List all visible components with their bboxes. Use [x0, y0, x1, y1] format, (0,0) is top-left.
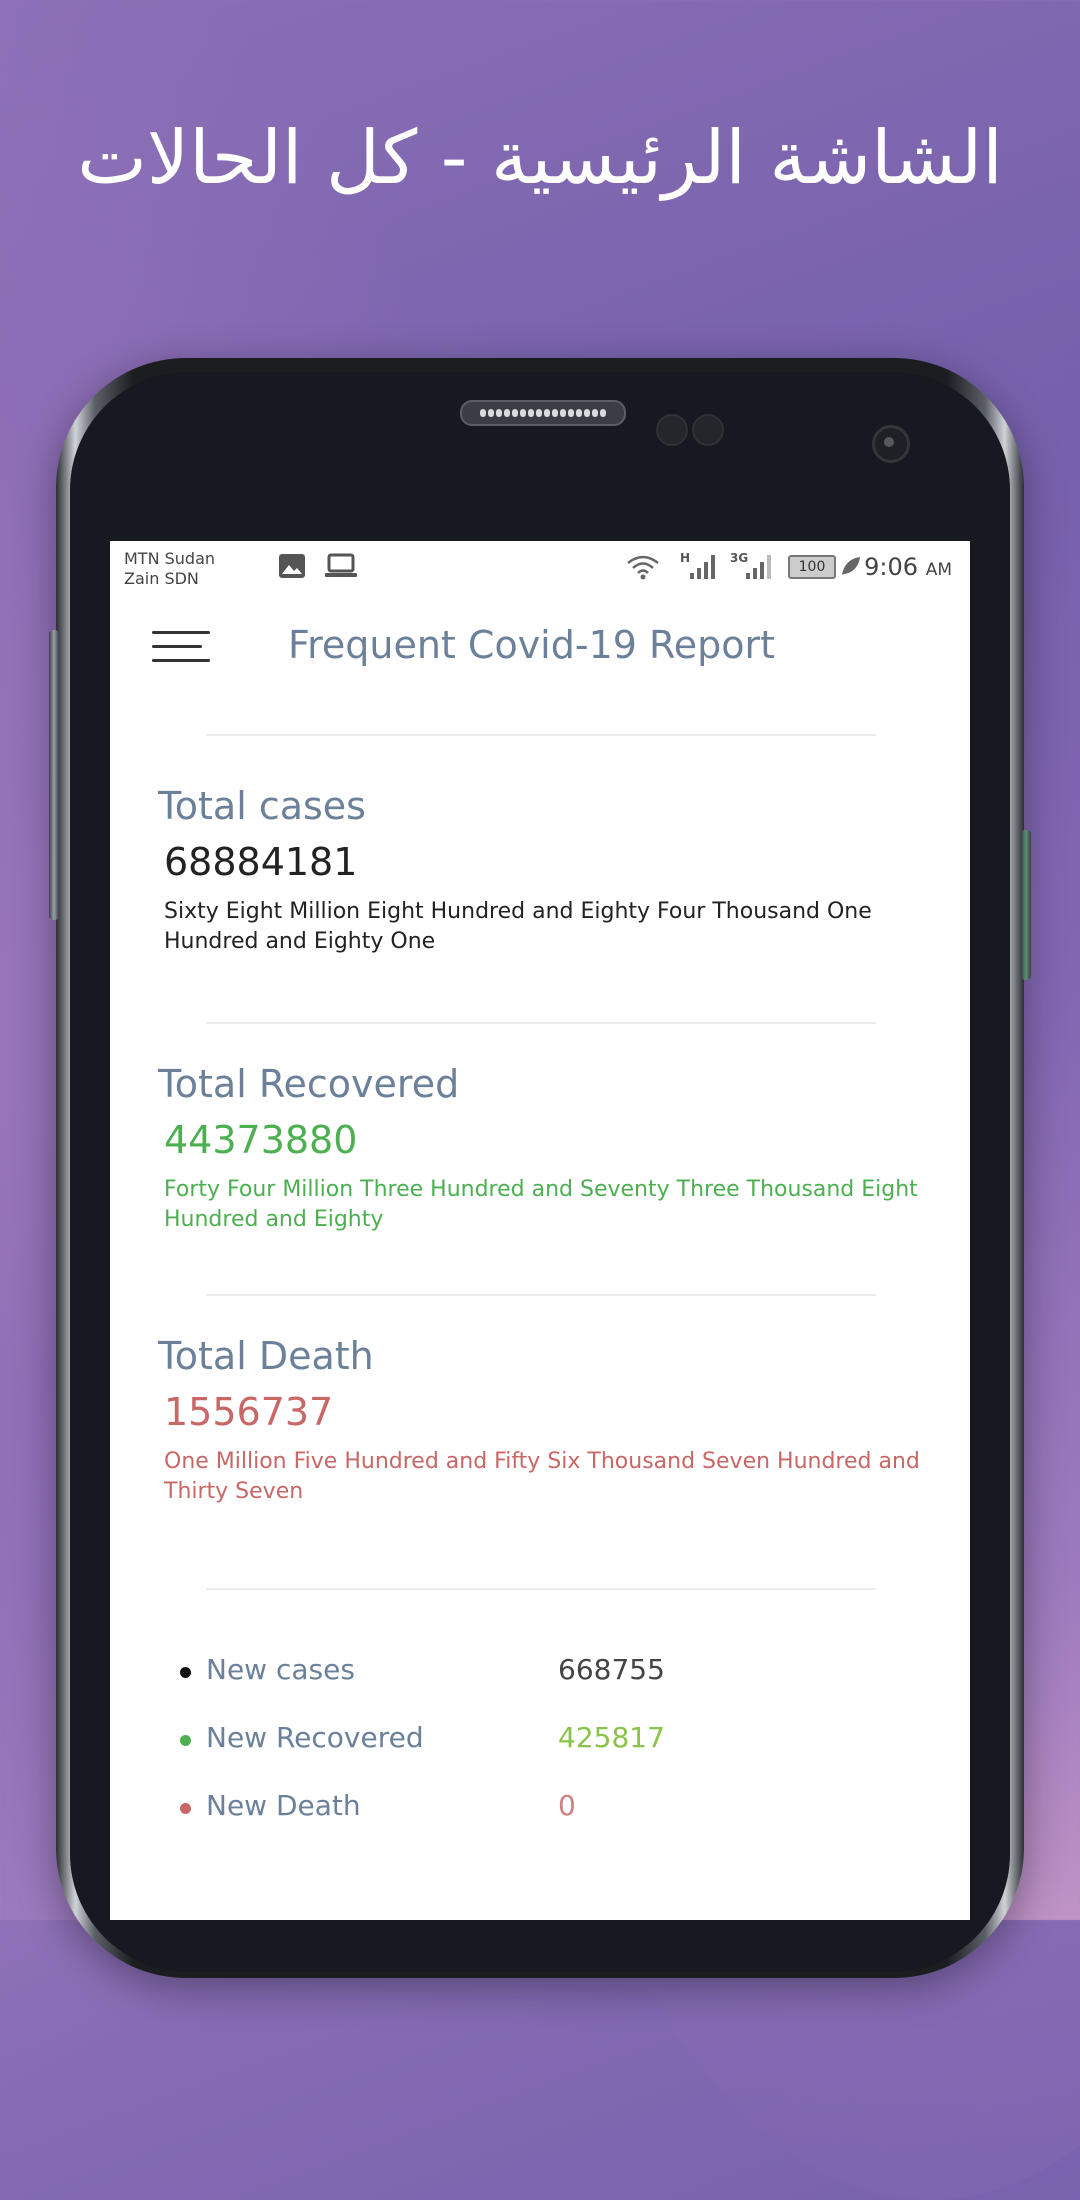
- total-death-section: Total Death 1556737 One Million Five Hun…: [158, 1331, 938, 1507]
- divider: [206, 1294, 876, 1296]
- clock-ampm: AM: [925, 560, 952, 580]
- divider: [206, 1588, 876, 1590]
- divider: [206, 1022, 876, 1024]
- menu-icon[interactable]: [152, 631, 210, 667]
- app-bar: Frequent Covid-19 Report: [110, 595, 970, 705]
- total-recovered-value: 44373880: [164, 1118, 358, 1162]
- total-recovered-label: Total Recovered: [158, 1062, 460, 1106]
- app-title: Frequent Covid-19 Report: [288, 623, 775, 667]
- total-recovered-section: Total Recovered 44373880 Forty Four Mill…: [158, 1059, 938, 1235]
- total-recovered-words: Forty Four Million Three Hundred and Sev…: [164, 1177, 918, 1232]
- new-cases-label: New cases: [206, 1653, 355, 1686]
- front-camera-icon: [872, 425, 910, 463]
- new-death-row: New Death 0: [180, 1783, 880, 1833]
- battery-icon: 100: [788, 555, 836, 579]
- power-button: [1021, 830, 1031, 980]
- new-cases-value: 668755: [558, 1653, 665, 1686]
- carrier-names: MTN Sudan Zain SDN: [124, 549, 215, 589]
- clock-time: 9:06: [864, 553, 919, 581]
- status-bar: MTN Sudan Zain SDN H 3G 100 9:06 AM: [110, 541, 970, 595]
- laptop-icon: [325, 553, 357, 577]
- leaf-icon: [842, 557, 860, 575]
- new-cases-row: New cases 668755: [180, 1647, 880, 1697]
- light-sensor: [692, 414, 724, 446]
- phone-screen: MTN Sudan Zain SDN H 3G 100 9:06 AM Freq…: [110, 541, 970, 1920]
- clock: 9:06 AM: [864, 553, 952, 581]
- image-icon: [279, 554, 305, 578]
- total-cases-words: Sixty Eight Million Eight Hundred and Ei…: [164, 899, 872, 954]
- signal-icon: [690, 555, 715, 579]
- new-recovered-value: 425817: [558, 1721, 665, 1754]
- total-death-label: Total Death: [158, 1334, 374, 1378]
- carrier-2: Zain SDN: [124, 569, 199, 588]
- new-death-value: 0: [558, 1789, 576, 1822]
- bullet-icon: [180, 1803, 191, 1814]
- divider: [206, 734, 876, 736]
- new-recovered-row: New Recovered 425817: [180, 1715, 880, 1765]
- carrier-1: MTN Sudan: [124, 549, 216, 568]
- total-death-value: 1556737: [164, 1390, 334, 1434]
- bullet-icon: [180, 1667, 191, 1678]
- signal-icon: [746, 555, 771, 579]
- new-death-label: New Death: [206, 1789, 361, 1822]
- earpiece-speaker: [460, 400, 626, 426]
- total-cases-value: 68884181: [164, 840, 358, 884]
- bullet-icon: [180, 1735, 191, 1746]
- total-death-words: One Million Five Hundred and Fifty Six T…: [164, 1449, 920, 1504]
- promo-headline: الشاشة الرئيسية - كل الحالات: [77, 115, 1003, 201]
- new-recovered-label: New Recovered: [206, 1721, 424, 1754]
- total-cases-section: Total cases 68884181 Sixty Eight Million…: [158, 781, 938, 957]
- proximity-sensor: [656, 414, 688, 446]
- volume-button: [49, 630, 59, 920]
- total-cases-label: Total cases: [158, 784, 366, 828]
- wifi-icon: [627, 555, 659, 580]
